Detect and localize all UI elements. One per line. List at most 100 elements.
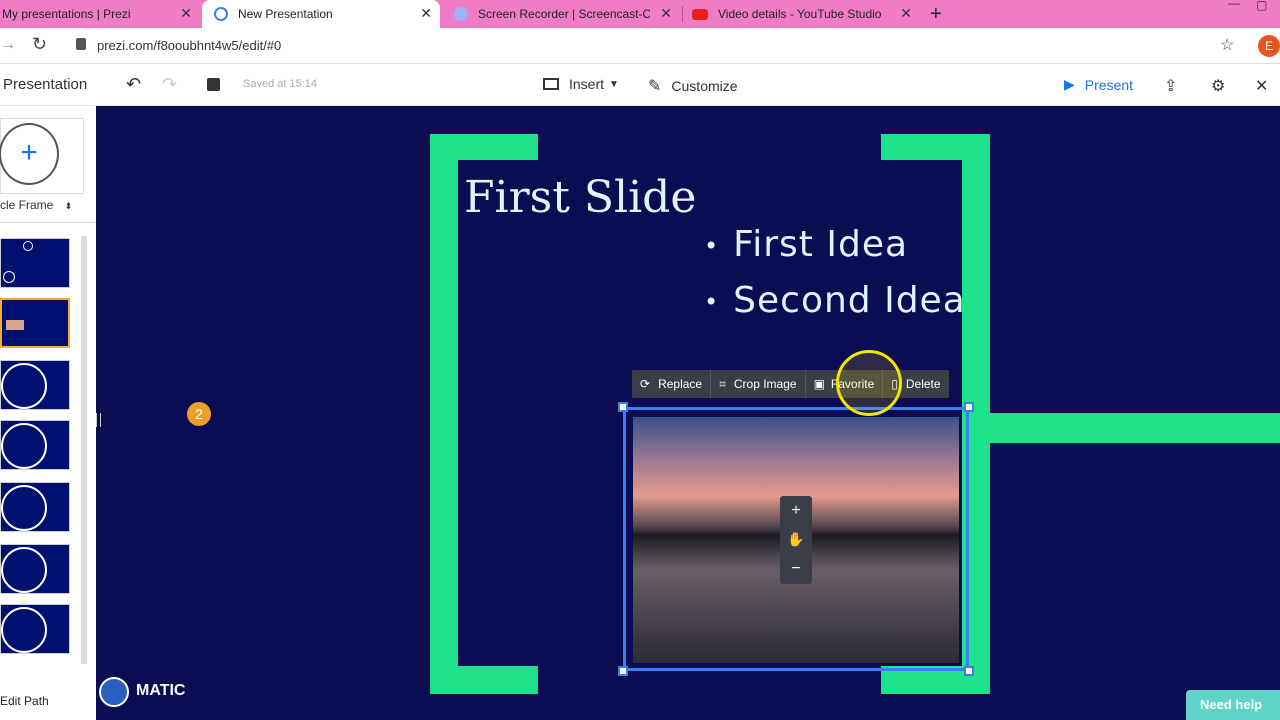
tab-youtube-studio[interactable]: Video details - YouTube Studio ✕ [684, 0, 920, 28]
play-icon: ▶ [1064, 76, 1075, 92]
resize-handle[interactable] [618, 666, 628, 676]
add-topic-panel: + [0, 118, 84, 194]
thumbnail-topic[interactable] [0, 544, 70, 594]
insert-icon [543, 78, 559, 90]
bullet-text: Second Idea [733, 280, 966, 321]
maximize-icon[interactable]: ▢ [1256, 0, 1267, 12]
frame-type-select[interactable]: cle Frame ⬍ [0, 198, 72, 212]
close-icon[interactable]: ✕ [420, 5, 432, 22]
share-icon[interactable]: ⇪ [1164, 76, 1177, 96]
present-button[interactable]: ▶ Present [1064, 76, 1133, 93]
sort-icon: ⬍ [64, 201, 73, 211]
resize-handle[interactable] [964, 402, 974, 412]
crop-icon: ⌗ [719, 376, 726, 391]
redo-icon[interactable]: ↷ [162, 74, 177, 95]
prezi-toolbar: Presentation ↶ ↷ Saved at 15:14 Insert ▼… [0, 64, 1280, 106]
zoom-out-button[interactable]: − [780, 554, 812, 583]
bullet-text: First Idea [733, 224, 909, 265]
close-icon[interactable]: ✕ [900, 5, 912, 22]
circle-frame [1, 547, 47, 593]
customize-label: Customize [671, 78, 738, 94]
bullet-item[interactable]: • Second Idea [704, 280, 966, 321]
crop-image-button[interactable]: ⌗ Crop Image [711, 370, 806, 398]
circle-frame [1, 607, 47, 653]
delete-label: Delete [905, 377, 941, 391]
saved-status: Saved at 15:14 [243, 78, 318, 90]
path-connector [989, 413, 1280, 443]
replace-label: Replace [658, 377, 703, 391]
tab-label: Screen Recorder | Screencast-O-M [478, 7, 650, 21]
cursor-highlight [836, 350, 902, 416]
presentation-title[interactable]: Presentation [3, 76, 87, 93]
undo-icon[interactable]: ↶ [126, 74, 141, 95]
chevron-down-icon: ▼ [609, 78, 619, 90]
circle-shape [23, 241, 33, 251]
forward-icon[interactable]: → [0, 36, 16, 54]
tab-screencast[interactable]: Screen Recorder | Screencast-O-M ✕ [442, 0, 680, 28]
url-field[interactable]: prezi.com/f8ooubhnt4w5/edit/#0 [97, 38, 281, 53]
lock-icon [76, 38, 86, 50]
tab-label: New Presentation [238, 7, 333, 21]
zoom-in-button[interactable]: + [780, 496, 812, 525]
thumbnail-topic[interactable] [0, 420, 70, 470]
canvas[interactable]: 2 First Slide • First Idea • Second Idea ⟳… [96, 106, 1280, 720]
scrollbar[interactable] [81, 236, 87, 664]
thumbnail-topic[interactable] [0, 360, 70, 410]
bookmark-star-icon[interactable]: ☆ [1220, 35, 1234, 55]
watermark-matic: MATIC [136, 682, 186, 699]
reload-icon[interactable]: ↻ [32, 34, 47, 55]
tab-label: My presentations | Prezi [2, 7, 131, 21]
close-icon[interactable]: ✕ [1255, 76, 1268, 96]
bullet-dot: • [704, 232, 720, 260]
customize-button[interactable]: ✎ Customize [648, 76, 738, 96]
insert-button[interactable]: Insert ▼ [543, 76, 619, 92]
thumbnail-overview[interactable] [0, 238, 70, 288]
pan-hand-icon[interactable]: ✋ [780, 525, 812, 554]
crop-label: Crop Image [733, 377, 797, 391]
address-bar: → ↻ prezi.com/f8ooubhnt4w5/edit/#0 ☆ E [0, 28, 1280, 64]
tab-label: Video details - YouTube Studio [718, 7, 882, 21]
step-badge: 2 [187, 402, 211, 426]
help-button[interactable]: Need help [1186, 690, 1280, 720]
resize-handle[interactable] [618, 402, 628, 412]
save-icon[interactable] [207, 78, 220, 91]
slide-title[interactable]: First Slide [464, 172, 696, 223]
frame-bracket-left [430, 134, 458, 694]
add-frame-button[interactable]: + [0, 123, 59, 185]
frame-bracket-left-bottom [430, 666, 538, 694]
new-tab-button[interactable]: + [930, 0, 954, 28]
frame-bracket-right-top [881, 134, 989, 160]
pen-icon: ✎ [648, 78, 662, 95]
resize-handle[interactable] [964, 666, 974, 676]
close-icon[interactable]: ✕ [660, 5, 672, 22]
tab-new-presentation[interactable]: New Presentation ✕ [202, 0, 440, 28]
image-zoom-control: + ✋ − [780, 496, 812, 584]
close-icon[interactable]: ✕ [180, 5, 192, 22]
gear-icon[interactable]: ⚙ [1211, 76, 1225, 96]
replace-icon: ⟳ [640, 377, 651, 391]
profile-avatar[interactable]: E [1258, 35, 1280, 57]
screencast-icon [454, 7, 468, 21]
watermark-screencast: REENCAST [0, 682, 89, 699]
insert-label: Insert [569, 76, 605, 92]
bullet-item[interactable]: • First Idea [704, 224, 908, 265]
circle-frame [1, 485, 47, 531]
browser-tab-bar: My presentations | Prezi ✕ New Presentat… [0, 0, 1280, 28]
sidebar-resize-handle[interactable] [96, 413, 101, 427]
circle-shape [3, 271, 15, 283]
frame-bracket-left-top [430, 134, 538, 160]
tab-separator [682, 6, 683, 22]
thumbnail-topic[interactable] [0, 482, 70, 532]
thumbnail-first-slide[interactable] [0, 298, 70, 348]
present-label: Present [1084, 76, 1134, 93]
replace-button[interactable]: ⟳ Replace [632, 370, 712, 398]
minimize-icon[interactable]: — [1228, 0, 1240, 10]
bullet-dot: • [704, 288, 720, 316]
circle-frame [1, 363, 47, 409]
frame-type-label: cle Frame [0, 198, 54, 212]
thumbnail-topic[interactable] [0, 604, 70, 654]
watermark-recorded-with: ORDED WITH [0, 660, 71, 672]
divider [0, 222, 96, 223]
image-thumb [6, 320, 24, 330]
tab-my-presentations[interactable]: My presentations | Prezi ✕ [0, 0, 200, 28]
